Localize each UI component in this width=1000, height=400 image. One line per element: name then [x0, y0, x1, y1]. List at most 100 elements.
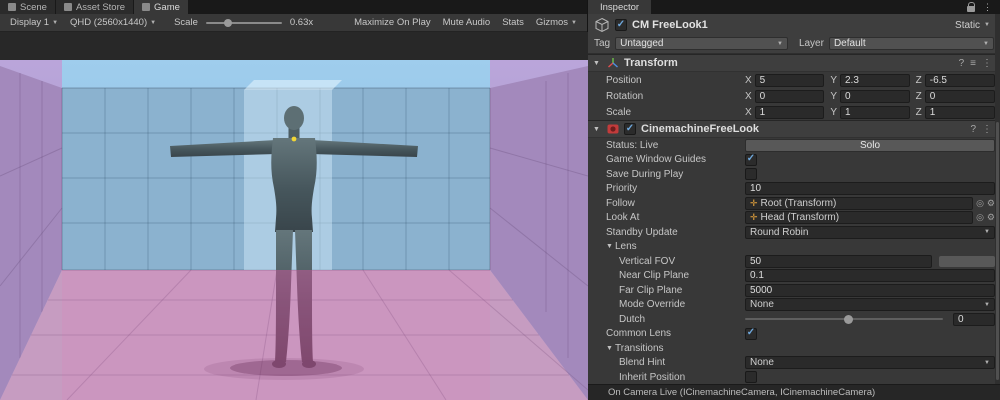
gameobject-active-checkbox[interactable]: ✓	[615, 19, 627, 31]
transform-header[interactable]: ▼ Transform ? ≡ ⋮	[588, 54, 1000, 72]
transform-header-icons: ? ≡ ⋮	[959, 58, 995, 69]
scale-z-field[interactable]: 1	[925, 106, 995, 119]
common-lens-checkbox[interactable]: ✓	[745, 328, 757, 340]
game-viewport[interactable]	[0, 32, 588, 400]
rotation-z-field[interactable]: 0	[925, 90, 995, 103]
object-picker-icon[interactable]: ◎	[976, 198, 984, 209]
dutch-field[interactable]: 0	[953, 313, 995, 326]
rotation-x-field[interactable]: 0	[755, 90, 825, 103]
transitions-label: Transitions	[615, 343, 754, 354]
follow-label: Follow	[606, 198, 745, 209]
scrollbar-thumb[interactable]	[996, 122, 999, 380]
check-icon: ✓	[626, 124, 634, 134]
chevron-down-icon: ▼	[984, 229, 990, 235]
look-at-object-field[interactable]: ✛ Head (Transform)	[745, 211, 973, 224]
rotation-y-field[interactable]: 0	[840, 90, 910, 103]
guide-hard-zone-right	[490, 60, 588, 400]
blend-hint-dropdown[interactable]: None ▼	[745, 356, 995, 369]
mode-override-dropdown[interactable]: None ▼	[745, 298, 995, 311]
scale-x-field[interactable]: 1	[755, 106, 825, 119]
y-axis-label: Y	[830, 91, 837, 102]
dutch-slider[interactable]	[745, 318, 943, 320]
chevron-down-icon: ▼	[52, 20, 58, 26]
chevron-down-icon: ▼	[984, 302, 990, 308]
standby-update-dropdown[interactable]: Round Robin ▼	[745, 226, 995, 239]
tab-scene-label: Scene	[20, 2, 47, 13]
scale-slider[interactable]	[206, 22, 282, 24]
tab-inspector[interactable]: Inspector	[588, 0, 651, 14]
mute-audio-button[interactable]: Mute Audio	[437, 15, 497, 31]
tab-scene[interactable]: Scene	[0, 0, 56, 14]
follow-row: Follow ✛ Root (Transform) ◎ ⚙	[588, 196, 1000, 211]
near-clip-field[interactable]: 0.1	[745, 269, 995, 282]
tag-value: Untagged	[620, 38, 663, 49]
freelook-header[interactable]: ▼ ✓ CinemachineFreeLook ? ⋮	[588, 120, 1000, 138]
game-window-guides-label: Game Window Guides	[606, 154, 745, 165]
mode-override-row: Mode Override None ▼	[588, 298, 1000, 313]
save-during-play-checkbox[interactable]	[745, 168, 757, 180]
gear-icon[interactable]: ⚙	[987, 212, 995, 223]
game-window-guides-checkbox[interactable]: ✓	[745, 154, 757, 166]
preset-icon[interactable]: ≡	[970, 58, 976, 69]
chevron-down-icon: ▼	[984, 360, 990, 366]
transitions-foldout-row[interactable]: ▼ Transitions	[588, 341, 1000, 356]
game-window-guides-row: Game Window Guides ✓	[588, 153, 1000, 168]
freelook-enabled-checkbox[interactable]: ✓	[624, 123, 636, 135]
help-icon[interactable]: ?	[970, 124, 976, 135]
x-axis-label: X	[745, 107, 752, 118]
foldout-arrow-icon[interactable]: ▼	[593, 126, 602, 133]
check-icon: ✓	[617, 20, 625, 30]
fov-preset-button[interactable]	[939, 256, 995, 267]
priority-field[interactable]: 10	[745, 182, 995, 195]
position-z-field[interactable]: -6.5	[925, 74, 995, 87]
scale-slider-handle[interactable]	[224, 19, 232, 27]
position-x-field[interactable]: 5	[755, 74, 825, 87]
game-render	[0, 60, 588, 400]
scale-y-field[interactable]: 1	[840, 106, 910, 119]
menu-icon[interactable]: ⋮	[983, 2, 992, 13]
gizmos-dropdown[interactable]: Gizmos ▼	[530, 15, 583, 31]
inherit-position-checkbox[interactable]	[745, 371, 757, 383]
far-clip-field[interactable]: 5000	[745, 284, 995, 297]
far-clip-row: Far Clip Plane 5000	[588, 283, 1000, 298]
scene-icon	[8, 3, 16, 11]
gameobject-cube-icon	[594, 17, 610, 33]
stats-label: Stats	[502, 17, 524, 28]
menu-icon[interactable]: ⋮	[982, 124, 992, 135]
tab-game[interactable]: Game	[134, 0, 189, 14]
x-axis-label: X	[745, 75, 752, 86]
static-dropdown[interactable]: Static ▼	[955, 20, 994, 31]
rotation-label: Rotation	[606, 91, 745, 102]
tab-asset-store[interactable]: Asset Store	[56, 0, 134, 14]
resolution-dropdown[interactable]: QHD (2560x1440) ▼	[64, 15, 162, 31]
solo-button[interactable]: Solo	[745, 139, 995, 152]
rotation-row: Rotation X0 Y0 Z0	[588, 88, 1000, 104]
lens-foldout-row[interactable]: ▼ Lens	[588, 240, 1000, 255]
vertical-fov-field[interactable]: 50	[745, 255, 932, 268]
layer-value: Default	[834, 38, 866, 49]
maximize-on-play-button[interactable]: Maximize On Play	[348, 15, 437, 31]
guide-hard-zone-bottom	[62, 270, 490, 400]
camera-live-status: On Camera Live (ICinemachineCamera, ICin…	[608, 387, 875, 398]
gameobject-name-field[interactable]: CM FreeLook1	[632, 19, 708, 31]
position-row: Position X5 Y2.3 Z-6.5	[588, 72, 1000, 88]
look-at-row: Look At ✛ Head (Transform) ◎ ⚙	[588, 211, 1000, 226]
foldout-arrow-icon: ▼	[606, 345, 615, 352]
stats-button[interactable]: Stats	[496, 15, 530, 31]
follow-object-field[interactable]: ✛ Root (Transform)	[745, 197, 973, 210]
foldout-arrow-icon[interactable]: ▼	[593, 60, 602, 67]
inspector-scrollbar[interactable]	[995, 14, 1000, 384]
chevron-down-icon: ▼	[777, 41, 783, 47]
dutch-slider-handle[interactable]	[844, 315, 853, 324]
lock-icon[interactable]	[967, 6, 975, 12]
menu-icon[interactable]: ⋮	[982, 58, 992, 69]
object-picker-icon[interactable]: ◎	[976, 212, 984, 223]
vertical-fov-label: Vertical FOV	[619, 256, 745, 267]
resolution-dropdown-label: QHD (2560x1440)	[70, 17, 147, 28]
gear-icon[interactable]: ⚙	[987, 198, 995, 209]
position-y-field[interactable]: 2.3	[840, 74, 910, 87]
help-icon[interactable]: ?	[959, 58, 965, 69]
tag-dropdown[interactable]: Untagged ▼	[615, 37, 788, 50]
display-dropdown[interactable]: Display 1 ▼	[4, 15, 64, 31]
layer-dropdown[interactable]: Default ▼	[829, 37, 994, 50]
